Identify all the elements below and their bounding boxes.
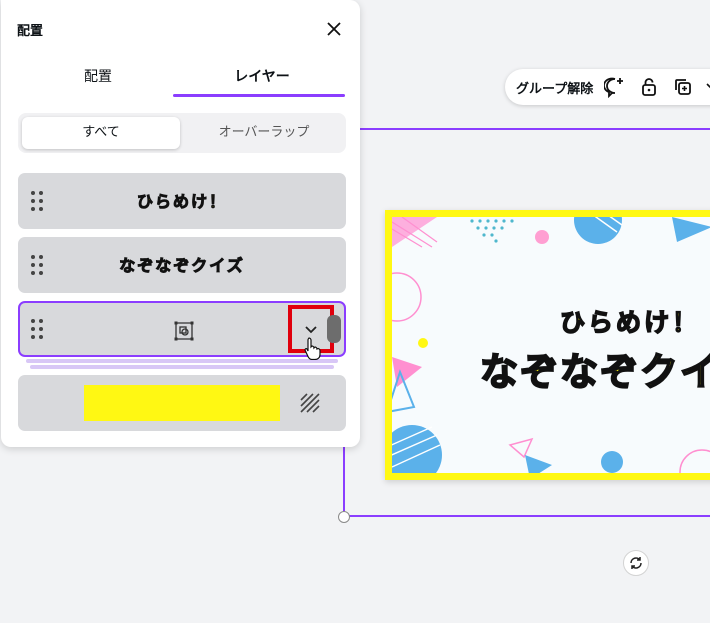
comment-add-icon[interactable] (603, 75, 627, 99)
group-icon (173, 320, 195, 342)
hand-cursor-icon (303, 336, 323, 361)
tab-layers[interactable]: レイヤー (180, 60, 344, 98)
panel-title: 配置 (17, 24, 44, 39)
tab-arrange[interactable]: 配置 (16, 60, 180, 98)
ungroup-button[interactable]: グループ解除 (516, 78, 593, 97)
filter-all[interactable]: すべて (22, 117, 180, 149)
active-tab-indicator (173, 94, 345, 97)
group-child-indicator (26, 359, 338, 363)
drag-handle-icon[interactable] (30, 319, 44, 339)
filter-overlap[interactable]: オーバーラップ (186, 117, 342, 149)
layer-label: なぞなぞクイズ (119, 256, 245, 276)
floating-toolbar: グループ解除 (505, 69, 710, 105)
design-headline-large[interactable]: なぞなぞクイ (479, 341, 710, 396)
layer-item[interactable]: なぞなぞクイズ (18, 237, 346, 293)
design-headline-small[interactable]: ひらめけ！ (559, 303, 700, 339)
close-icon[interactable] (323, 18, 345, 40)
more-icon[interactable] (705, 75, 710, 99)
group-child-indicator (30, 365, 334, 369)
duplicate-icon[interactable] (671, 75, 695, 99)
layer-item-group[interactable] (18, 301, 346, 357)
chevron-down-icon (305, 326, 317, 334)
resize-handle[interactable] (338, 511, 350, 523)
layer-scroll-handle[interactable] (327, 315, 341, 343)
background-swatch (84, 385, 280, 421)
layer-item-background[interactable] (18, 375, 346, 431)
lock-icon[interactable] (637, 75, 661, 99)
layer-filter-toggle: すべて オーバーラップ (18, 113, 346, 153)
transparency-icon[interactable] (299, 392, 321, 414)
layer-item[interactable]: ひらめけ！ (18, 173, 346, 229)
layer-label: ひらめけ！ (136, 192, 227, 212)
position-panel: 配置 配置 レイヤー すべて オーバーラップ ひらめけ！ なぞなぞクイズ (1, 0, 360, 447)
design-thumbnail[interactable]: ひらめけ！ なぞなぞクイ (385, 210, 710, 480)
rotate-icon[interactable] (623, 550, 649, 576)
panel-tabs: 配置 レイヤー (16, 60, 345, 98)
